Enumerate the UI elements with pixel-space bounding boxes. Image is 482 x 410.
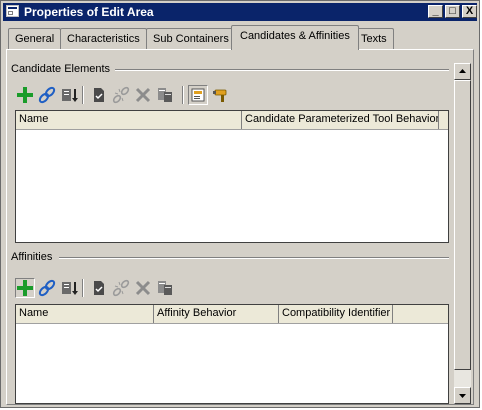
check-document-icon bbox=[94, 281, 104, 295]
link-icon bbox=[38, 279, 56, 297]
candidate-table-header: Name Candidate Parameterized Tool Behavi… bbox=[16, 111, 448, 130]
check-affinity-button[interactable] bbox=[89, 278, 109, 298]
minimize-button[interactable]: _ bbox=[428, 5, 443, 18]
delete-icon bbox=[135, 87, 151, 103]
maximize-button[interactable]: □ bbox=[445, 5, 460, 18]
check-document-icon bbox=[94, 88, 104, 102]
link-affinity-button[interactable] bbox=[37, 278, 57, 298]
candidate-elements-table[interactable]: Name Candidate Parameterized Tool Behavi… bbox=[15, 110, 449, 243]
add-icon bbox=[17, 280, 33, 296]
add-affinity-button[interactable] bbox=[15, 278, 35, 298]
toolbar-separator bbox=[82, 86, 84, 104]
unlink-affinity-button[interactable] bbox=[111, 278, 131, 298]
candidate-elements-label: Candidate Elements bbox=[11, 63, 111, 75]
properties-dialog: Properties of Edit Area _ □ X General Ch… bbox=[0, 0, 480, 408]
affinities-toolbar bbox=[15, 278, 215, 302]
toolbar-separator bbox=[182, 86, 184, 104]
tab-general[interactable]: General bbox=[8, 28, 62, 49]
properties-candidate-button[interactable] bbox=[188, 85, 208, 105]
add-candidate-button[interactable] bbox=[15, 85, 35, 105]
column-header-compatibility-identifier[interactable]: Compatibility Identifier bbox=[279, 305, 393, 323]
arrow-up-icon bbox=[459, 69, 466, 73]
unlink-candidate-button[interactable] bbox=[111, 85, 131, 105]
delete-icon bbox=[135, 280, 151, 296]
scroll-thumb[interactable] bbox=[454, 80, 471, 370]
import-candidate-button[interactable] bbox=[59, 85, 79, 105]
drill-icon bbox=[213, 89, 227, 102]
database-candidate-button[interactable] bbox=[155, 85, 175, 105]
candidate-toolbar bbox=[15, 85, 255, 109]
column-header-affinity-behavior[interactable]: Affinity Behavior bbox=[154, 305, 279, 323]
import-icon bbox=[62, 89, 78, 102]
title-bar[interactable]: Properties of Edit Area _ □ X bbox=[3, 3, 477, 21]
affinities-label: Affinities bbox=[11, 251, 53, 263]
candidate-elements-divider bbox=[115, 69, 449, 71]
column-header-name[interactable]: Name bbox=[16, 305, 154, 323]
tab-texts[interactable]: Texts bbox=[354, 28, 394, 49]
window-title: Properties of Edit Area bbox=[24, 5, 154, 19]
delete-candidate-button[interactable] bbox=[133, 85, 153, 105]
link-icon bbox=[38, 86, 56, 104]
toolbar-separator bbox=[82, 279, 84, 297]
unlink-icon bbox=[112, 86, 130, 104]
import-icon bbox=[62, 282, 78, 295]
scroll-up-button[interactable] bbox=[454, 63, 471, 80]
arrow-down-icon bbox=[459, 394, 466, 398]
add-icon bbox=[17, 87, 33, 103]
database-icon bbox=[158, 88, 172, 102]
database-icon bbox=[158, 281, 172, 295]
affinities-divider bbox=[59, 257, 449, 259]
window-icon bbox=[6, 5, 19, 17]
delete-affinity-button[interactable] bbox=[133, 278, 153, 298]
check-candidate-button[interactable] bbox=[89, 85, 109, 105]
properties-icon bbox=[191, 88, 205, 102]
column-header-candidate-tool-behavior[interactable]: Candidate Parameterized Tool Behavior bbox=[242, 111, 439, 129]
unlink-icon bbox=[112, 279, 130, 297]
tab-characteristics[interactable]: Characteristics bbox=[60, 28, 147, 49]
tab-sub-containers[interactable]: Sub Containers bbox=[146, 28, 236, 49]
tab-candidates-affinities[interactable]: Candidates & Affinities bbox=[231, 25, 359, 50]
drill-candidate-button[interactable] bbox=[211, 85, 231, 105]
vertical-scrollbar[interactable] bbox=[454, 63, 471, 404]
close-button[interactable]: X bbox=[462, 5, 477, 18]
affinities-table[interactable]: Name Affinity Behavior Compatibility Ide… bbox=[15, 304, 449, 404]
column-header-name[interactable]: Name bbox=[16, 111, 242, 129]
scroll-down-button[interactable] bbox=[454, 387, 471, 404]
database-affinity-button[interactable] bbox=[155, 278, 175, 298]
link-candidate-button[interactable] bbox=[37, 85, 57, 105]
affinities-table-header: Name Affinity Behavior Compatibility Ide… bbox=[16, 305, 448, 324]
import-affinity-button[interactable] bbox=[59, 278, 79, 298]
